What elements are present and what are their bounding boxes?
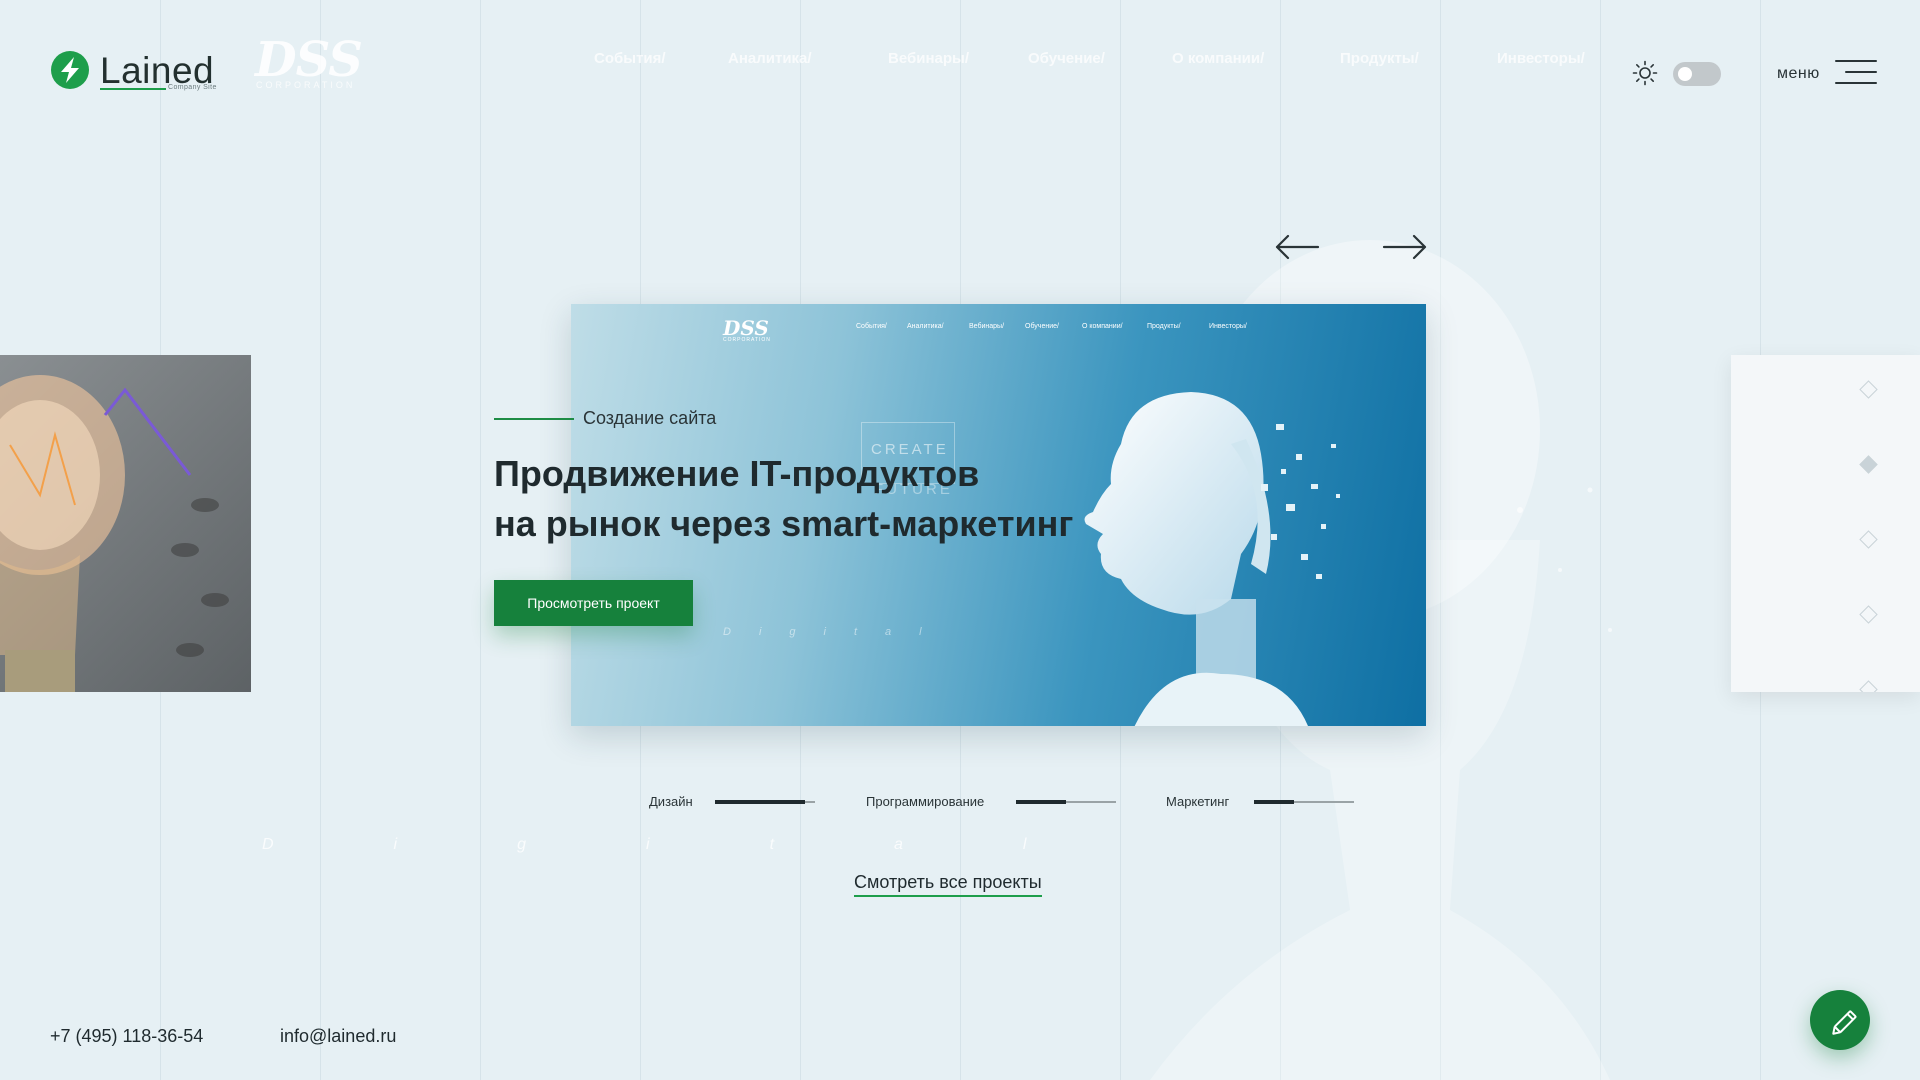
headline-line-2: на рынок через smart-маркетинг bbox=[494, 503, 1074, 544]
slide-nav-item: Обучение/ bbox=[1025, 323, 1059, 330]
ghost-nav-item: События/ bbox=[594, 50, 666, 67]
ghost-nav-item: Инвесторы/ bbox=[1497, 50, 1585, 67]
email-link[interactable]: info@lained.ru bbox=[280, 1026, 396, 1047]
skill-label: Дизайн bbox=[649, 794, 693, 809]
view-project-button[interactable]: Просмотреть проект bbox=[494, 580, 693, 626]
skill-bar-fill bbox=[715, 800, 805, 804]
skill-bar-fill bbox=[1016, 800, 1066, 804]
diamond-decoration bbox=[1859, 530, 1878, 549]
phone-link[interactable]: +7 (495) 118-36-54 bbox=[50, 1026, 203, 1047]
ghost-nav-item: Обучение/ bbox=[1028, 50, 1105, 67]
logo-mark-icon bbox=[51, 51, 89, 89]
slide-dss-subtitle: CORPORATION bbox=[723, 337, 771, 343]
menu-label[interactable]: меню bbox=[1777, 65, 1820, 83]
all-projects-link[interactable]: Смотреть все проекты bbox=[854, 872, 1042, 897]
slide-digital-text: Digital bbox=[723, 626, 950, 638]
pencil-icon bbox=[1832, 1010, 1857, 1035]
previous-project-card[interactable] bbox=[0, 355, 251, 692]
theme-toggle[interactable] bbox=[1673, 62, 1721, 86]
slide-nav-item: Аналитика/ bbox=[907, 323, 944, 330]
slide-nav-item: Инвесторы/ bbox=[1209, 323, 1247, 330]
diamond-decoration bbox=[1859, 455, 1878, 474]
project-subtitle: Создание сайта bbox=[583, 408, 717, 428]
logo-underline bbox=[100, 88, 166, 90]
arrow-right-icon[interactable] bbox=[1382, 232, 1428, 262]
ghost-nav-item: Аналитика/ bbox=[728, 50, 812, 67]
skill-bar bbox=[715, 800, 815, 804]
sun-icon[interactable] bbox=[1632, 60, 1658, 86]
skill-bar bbox=[1016, 800, 1116, 804]
skill-label: Программирование bbox=[866, 794, 985, 809]
logo-text: Lained bbox=[100, 49, 215, 91]
skill-label: Маркетинг bbox=[1166, 794, 1230, 809]
robot-head-image bbox=[1084, 392, 1340, 726]
ghost-dss-subtitle: CORPORATION bbox=[256, 80, 356, 90]
diamond-decoration bbox=[1859, 605, 1878, 624]
diamond-decoration bbox=[1859, 380, 1878, 399]
lightbulb-image bbox=[0, 375, 229, 692]
diamond-decoration bbox=[1859, 680, 1878, 692]
slide-nav-item: О компании/ bbox=[1082, 323, 1123, 330]
slide-nav-item: Продукты/ bbox=[1147, 323, 1181, 330]
headline-line-1: Продвижение IT-продуктов bbox=[494, 453, 980, 494]
contact-fab-button[interactable] bbox=[1810, 990, 1870, 1050]
logo-subtitle: Company Site bbox=[168, 84, 217, 91]
next-project-card[interactable] bbox=[1731, 355, 1920, 692]
skill-bar-fill bbox=[1254, 800, 1294, 804]
subtitle-accent-line bbox=[494, 418, 574, 420]
ghost-nav-item: Продукты/ bbox=[1340, 50, 1419, 67]
arrow-left-icon[interactable] bbox=[1274, 232, 1320, 262]
hamburger-icon[interactable] bbox=[1835, 60, 1877, 86]
slide-nav-item: Вебинары/ bbox=[969, 323, 1005, 330]
ghost-digital-text: Digital bbox=[262, 836, 1147, 853]
slide-nav-item: События/ bbox=[856, 323, 887, 330]
skill-bar bbox=[1254, 800, 1354, 804]
project-headline: Продвижение IT-продуктов на рынок через … bbox=[494, 449, 1194, 549]
ghost-nav-item: Вебинары/ bbox=[888, 50, 970, 67]
ghost-nav-item: О компании/ bbox=[1172, 50, 1265, 67]
toggle-knob bbox=[1678, 67, 1692, 81]
